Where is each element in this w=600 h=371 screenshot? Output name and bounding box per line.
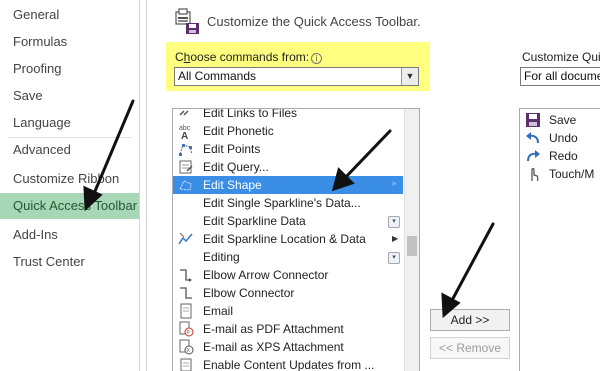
list-item[interactable]: Enable Content Updates from ...	[173, 356, 403, 371]
scrollbar-thumb[interactable]	[407, 236, 417, 256]
list-item[interactable]: Edit Sparkline Data	[173, 212, 403, 230]
list-item-label: Touch/M	[549, 167, 595, 181]
list-item[interactable]: Elbow Arrow Connector	[173, 266, 403, 284]
chevron-right-icon: ▶	[392, 234, 399, 243]
qat-customize-icon	[175, 8, 199, 34]
nav-item-proofing[interactable]: Proofing	[0, 56, 139, 82]
list-item-selected[interactable]: Edit Shape ▸	[173, 176, 403, 194]
nav-item-advanced[interactable]: Advanced	[0, 137, 139, 163]
list-item[interactable]: Editing	[173, 248, 403, 266]
edit-points-icon	[179, 144, 193, 156]
email-icon	[180, 303, 192, 319]
list-item-label: Edit Shape	[203, 178, 262, 192]
chevron-right-icon: ▸	[392, 178, 397, 188]
submenu-dropdown-icon[interactable]: ▾	[388, 252, 400, 264]
list-item-label: Elbow Arrow Connector	[203, 268, 329, 282]
edit-shape-icon	[179, 180, 192, 191]
list-item-label: Edit Links to Files	[203, 108, 298, 120]
list-item-label: Enable Content Updates from ...	[203, 358, 375, 371]
list-item[interactable]: Edit Sparkline Location & Data	[173, 230, 403, 248]
arrow-line	[448, 222, 495, 306]
undo-icon	[526, 132, 539, 144]
list-item[interactable]: Edit Links to Files	[173, 108, 403, 122]
list-item[interactable]: Save	[520, 111, 600, 129]
list-item-label: Edit Sparkline Data	[203, 214, 306, 228]
content-updates-icon	[180, 358, 192, 371]
submenu-dropdown-icon[interactable]: ▾	[388, 216, 400, 228]
nav-item-quick-access-toolbar[interactable]: Quick Access Toolbar	[0, 193, 139, 219]
nav-item-trust-center[interactable]: Trust Center	[0, 249, 139, 275]
links-icon	[179, 110, 189, 116]
add-button[interactable]: Add >>	[430, 309, 510, 331]
list-item[interactable]: Edit Single Sparkline's Data...	[173, 194, 403, 212]
list-item[interactable]: Undo	[520, 129, 600, 147]
list-item-label: Edit Phonetic	[203, 124, 274, 138]
phonetic-icon: abcA	[179, 125, 191, 139]
pdf-attachment-icon: P	[179, 321, 194, 337]
sparkline-location-icon	[178, 232, 193, 245]
nav-item-formulas[interactable]: Formulas	[0, 29, 139, 55]
customize-toolbar-dropdown[interactable]: For all docume	[520, 67, 600, 86]
list-item-label: Edit Single Sparkline's Data...	[203, 196, 361, 210]
list-item[interactable]: Edit Points	[173, 140, 403, 158]
xps-attachment-icon: X	[179, 339, 194, 355]
save-icon	[526, 113, 540, 127]
nav-item-language[interactable]: Language	[0, 110, 139, 136]
page-title: Customize the Quick Access Toolbar.	[207, 14, 421, 29]
info-icon[interactable]: i	[311, 53, 323, 64]
customize-toolbar-label: Customize Qui	[522, 50, 600, 64]
commands-list-scrollbar[interactable]	[404, 109, 419, 371]
remove-button[interactable]: << Remove	[430, 337, 510, 359]
elbow-connector-icon	[180, 287, 192, 299]
chevron-down-icon[interactable]: ▼	[401, 68, 418, 85]
list-item-label: Save	[549, 113, 577, 127]
nav-item-add-ins[interactable]: Add-Ins	[0, 222, 139, 248]
nav-item-customize-ribbon[interactable]: Customize Ribbon	[0, 166, 139, 192]
elbow-arrow-icon	[180, 269, 192, 282]
panel-divider	[146, 0, 147, 371]
list-item[interactable]: Redo	[520, 147, 600, 165]
list-item[interactable]: Elbow Connector	[173, 284, 403, 302]
toolbar-commands-list[interactable]: Save Undo Redo Touch/M	[519, 108, 600, 371]
list-item[interactable]: Edit Query...	[173, 158, 403, 176]
list-item-label: Edit Query...	[203, 160, 269, 174]
list-item[interactable]: abc A Edit Phonetic	[173, 122, 403, 140]
commands-list[interactable]: Edit Links to Files abc A Edit Phonetic E…	[172, 108, 420, 371]
choose-commands-value: All Commands	[178, 69, 257, 83]
svg-text:A: A	[181, 131, 188, 139]
list-item-label: E-mail as XPS Attachment	[203, 340, 344, 354]
list-item-label: Redo	[549, 149, 578, 163]
list-item-label: Undo	[549, 131, 578, 145]
list-item-label: Editing	[203, 250, 240, 264]
list-item-label: Email	[203, 304, 234, 318]
list-item-label: Edit Points	[203, 142, 261, 156]
list-item[interactable]: X E-mail as XPS Attachment	[173, 338, 403, 356]
nav-item-save[interactable]: Save	[0, 83, 139, 109]
list-item[interactable]: Email	[173, 302, 403, 320]
list-item[interactable]: Touch/M	[520, 165, 600, 183]
list-item-label: E-mail as PDF Attachment	[203, 322, 344, 336]
list-item[interactable]: P E-mail as PDF Attachment	[173, 320, 403, 338]
choose-commands-label: Choose commands from: i	[175, 50, 323, 64]
nav-item-general[interactable]: General	[0, 2, 139, 28]
choose-commands-dropdown[interactable]: All Commands ▼	[174, 67, 419, 86]
touch-mode-icon	[531, 167, 539, 182]
list-item-label: Edit Sparkline Location & Data	[203, 232, 366, 246]
edit-query-icon	[179, 160, 193, 174]
redo-icon	[527, 150, 540, 162]
options-category-nav: General Formulas Proofing Save Language …	[0, 0, 140, 371]
list-item-label: Elbow Connector	[203, 286, 295, 300]
